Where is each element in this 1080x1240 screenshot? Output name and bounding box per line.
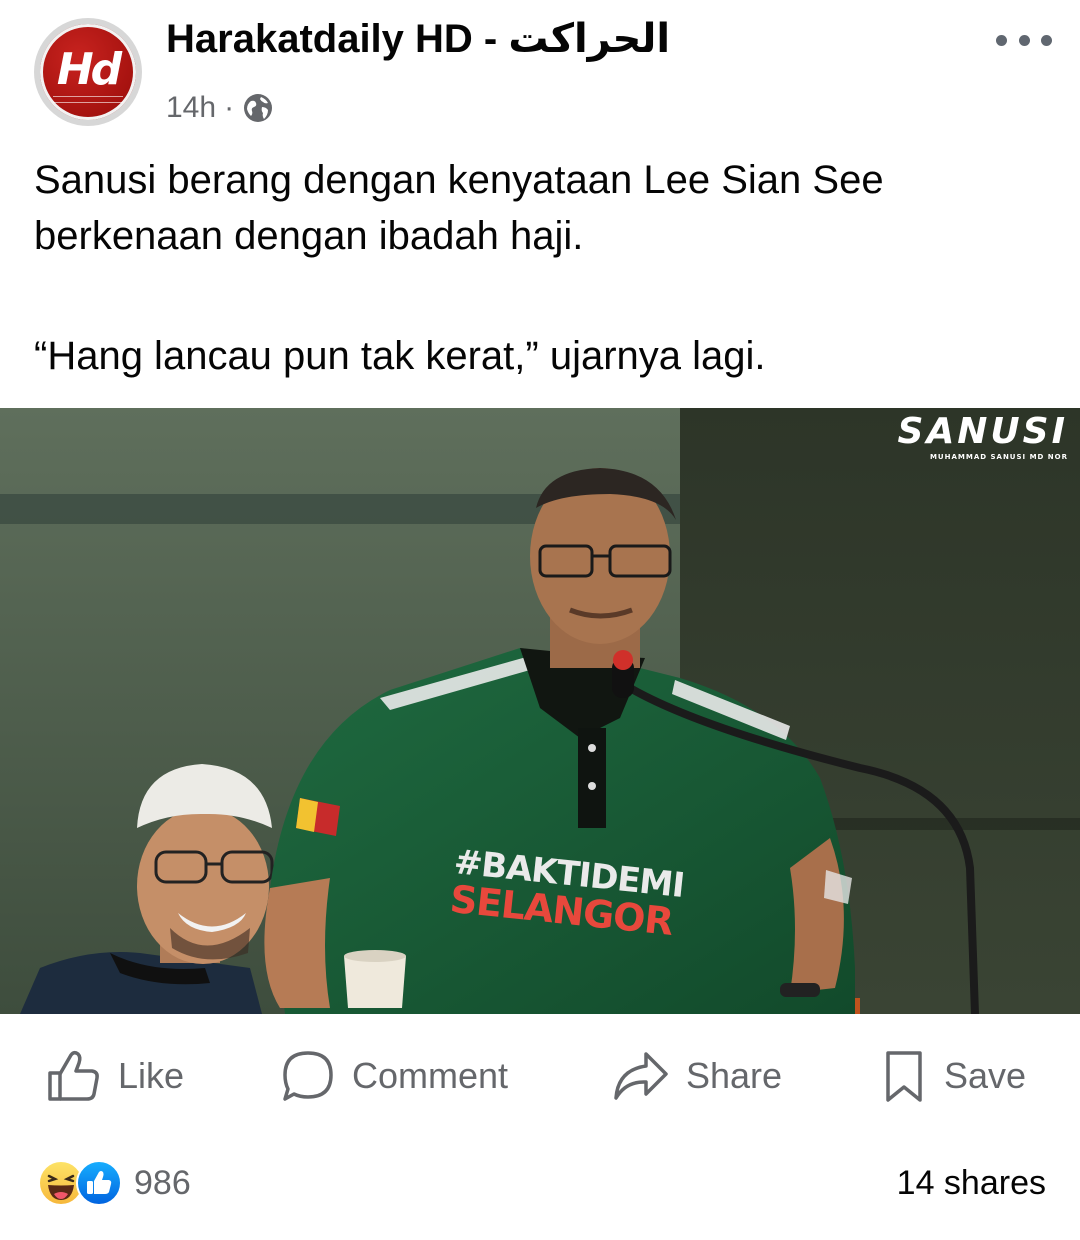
post-header: Hd Harakatdaily HD - الحراكت 14h ·	[0, 0, 1080, 140]
post-meta: 14h ·	[166, 88, 274, 128]
share-label: Share	[686, 1055, 783, 1096]
post-text-quote: “Hang lancau pun tak kerat,” ujarnya lag…	[34, 334, 766, 378]
like-label: Like	[118, 1055, 185, 1096]
page-logo: Hd	[40, 24, 136, 120]
post-actions: Like Comment Share Save	[0, 1030, 1080, 1122]
page-avatar[interactable]: Hd	[34, 18, 142, 126]
bookmark-icon	[886, 1051, 922, 1102]
share-arrow-icon	[614, 1052, 668, 1100]
share-button[interactable]: Share	[612, 1044, 782, 1108]
photo-watermark: SANUSI MUHAMMAD SANUSI MD NOR	[898, 412, 1068, 462]
more-dots-icon[interactable]	[996, 30, 1052, 50]
post-text-line: Sanusi berang dengan kenyataan Lee Sian …	[34, 158, 884, 258]
watermark-title: SANUSI	[897, 411, 1068, 452]
comment-bubble-icon	[283, 1051, 333, 1101]
watermark-subtitle: MUHAMMAD SANUSI MD NOR	[929, 453, 1068, 461]
post-text: Sanusi berang dengan kenyataan Lee Sian …	[34, 152, 1044, 384]
reactions-summary[interactable]: 986	[38, 1158, 191, 1208]
meta-separator: ·	[224, 91, 235, 124]
like-button[interactable]: Like	[44, 1044, 184, 1108]
save-button[interactable]: Save	[880, 1044, 1026, 1108]
avatar-logo-text: Hd	[56, 43, 122, 95]
reaction-count: 986	[134, 1163, 191, 1202]
comment-label: Comment	[352, 1055, 509, 1096]
page-name[interactable]: Harakatdaily HD - الحراكت	[166, 14, 670, 64]
avatar-logo-rule	[53, 95, 123, 103]
globe-icon[interactable]	[242, 92, 274, 124]
save-label: Save	[944, 1055, 1027, 1096]
share-count[interactable]: 14 shares	[897, 1158, 1046, 1208]
like-reaction-icon	[76, 1160, 122, 1206]
post-time[interactable]: 14h	[166, 88, 216, 128]
thumbs-up-icon	[48, 1050, 99, 1101]
comment-button[interactable]: Comment	[280, 1044, 508, 1108]
post-photo[interactable]: SANUSI MUHAMMAD SANUSI MD NOR #BAKTIDEMI…	[0, 408, 1080, 1014]
